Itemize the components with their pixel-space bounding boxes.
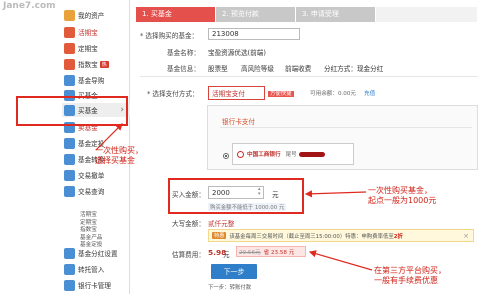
arrow-right	[304, 190, 367, 198]
piggy-icon	[64, 26, 75, 38]
redacted-mark	[298, 151, 325, 157]
annotation-right: 一次性购买基金， 起点一般为1000元	[368, 186, 437, 205]
hot-badge: 热	[99, 60, 109, 68]
sidebar-item-label: 定期宝	[78, 45, 98, 53]
pay-tag-wrap: 方便快捷	[268, 89, 294, 97]
pay-tag: 方便快捷	[268, 91, 294, 97]
amount-value: 2000	[212, 188, 230, 197]
fee-label: 估算费用：	[172, 251, 205, 259]
transfer-icon	[64, 263, 75, 275]
huoqibao-pay-option[interactable]: 活期宝支付	[208, 86, 265, 100]
index-icon	[64, 58, 75, 70]
icbc-logo-icon	[237, 150, 244, 158]
sidebar-item-trade-cancel[interactable]: 交易撤单	[62, 168, 130, 182]
bank-card-option[interactable]: 中国工商银行 尾号	[232, 143, 354, 165]
amount-input[interactable]: 2000	[208, 186, 264, 199]
wallet-icon	[64, 9, 75, 21]
sidebar-item-label: 交易查询	[78, 188, 105, 196]
sidebar-item-label: 指数宝	[78, 61, 98, 69]
sidebar-item-label: 交易撤单	[78, 172, 105, 180]
sidebar-item-label: 基金分红设置	[78, 250, 118, 258]
divider	[140, 76, 478, 77]
pay-method-label: * 选择支付方式：	[147, 90, 199, 98]
fund-code-input[interactable]: 213008	[208, 28, 300, 40]
sidebar-item-transfer-in[interactable]: 转托管入	[62, 262, 130, 276]
recharge-link[interactable]: 充值	[364, 89, 375, 97]
guide-icon	[64, 74, 75, 86]
promo-badge: 特惠	[212, 232, 227, 239]
step-1: 1. 买基金	[136, 7, 215, 22]
promo-banner: 特惠 该基金每周三交易时间（截止至周三15:00:00）特惠：申购费率低至 2折…	[208, 229, 474, 242]
watermark: Jane7.com	[3, 1, 56, 11]
sub-item[interactable]: 指数宝	[80, 227, 102, 235]
fee-unit: 元	[223, 251, 230, 259]
query-icon	[64, 185, 75, 197]
bank-name: 中国工商银行	[247, 152, 281, 158]
card-tail-label: 尾号	[285, 152, 297, 158]
sidebar-item-trade-query[interactable]: 交易查询	[62, 184, 130, 198]
calendar-icon	[64, 42, 75, 54]
sub-item[interactable]: 活期宝	[80, 212, 102, 220]
fee-discount-box: 29.56元 省 23.58 元	[236, 246, 306, 257]
next-button[interactable]: 下一步	[211, 264, 257, 279]
promo-text: 该基金每周三交易时间（截止至周三15:00:00）特惠：申购费率低至	[229, 233, 394, 240]
sidebar-item-zhishubao[interactable]: 指数宝热	[62, 57, 130, 71]
plan-icon	[64, 137, 75, 149]
bank-radio[interactable]	[223, 153, 229, 159]
balance-text: 可用余额：0.00元	[310, 91, 357, 97]
uppercase-value: 贰仟元整	[208, 220, 235, 228]
sidebar-item-my-assets[interactable]: 我的资产	[62, 8, 130, 22]
step-spacer	[376, 7, 477, 22]
fee-original: 29.56元	[239, 249, 261, 256]
fund-code-value: 213008	[212, 30, 239, 38]
sidebar-item-dingqibao[interactable]: 定期宝	[62, 41, 130, 55]
amount-unit: 元	[272, 191, 279, 199]
bank-section-title: 银行卡支付	[222, 118, 255, 126]
arrow-bottom	[308, 250, 373, 271]
highlight-box-buy-fund	[16, 96, 128, 126]
dividend-icon	[64, 247, 75, 259]
sidebar-item-label: 基金导购	[78, 77, 105, 85]
fund-risk: 高风险等级	[241, 65, 274, 73]
sidebar-item-huoqibao[interactable]: 活期宝	[62, 25, 130, 39]
query-sub-list: 活期宝 定期宝 指数宝 基金产品 基金定投	[80, 212, 102, 250]
uppercase-label: 大写金额：	[172, 220, 205, 228]
sidebar-item-label: 转托管入	[78, 266, 105, 274]
fund-info-label: 基金信息：	[167, 65, 200, 73]
bank-card-panel: 银行卡支付 中国工商银行 尾号	[207, 105, 478, 170]
card-icon	[64, 279, 75, 291]
fund-fee-type: 前端收费	[285, 65, 312, 73]
sidebar-item-label: 我的资产	[78, 12, 105, 20]
pay-option-label: 活期宝支付	[212, 90, 245, 98]
fund-code-label: * 选择购买的基金：	[140, 32, 199, 40]
fund-name-value: 宝盈资源优选(前端)	[208, 49, 266, 57]
sidebar-item-dividend[interactable]: 基金分红设置	[62, 246, 130, 260]
fund-dividend: 分红方式：现金分红	[324, 65, 384, 73]
close-icon[interactable]: ×	[463, 232, 469, 240]
sidebar-item-label: 活期宝	[78, 29, 98, 37]
annotation-left: 一次性购买， 选择买基金	[95, 146, 143, 165]
promo-rate: 2折	[393, 233, 403, 240]
next-step-hint: 下一步：转账付款	[208, 285, 252, 291]
step-2: 2. 预览付款	[216, 7, 295, 22]
fund-name-label: 基金名称：	[167, 49, 200, 57]
stepper-icon[interactable]: ▴ ▾	[258, 187, 261, 197]
annotation-bottom: 在第三方平台购买， 一般有手续费优惠	[374, 266, 446, 285]
cancel-icon	[64, 169, 75, 181]
amount-hint: 购买金额不能低于 1000.00 元	[208, 203, 287, 211]
amount-label: 买入金额：	[172, 191, 205, 199]
fund-type: 股票型	[208, 65, 228, 73]
step-indicator: 1. 买基金 2. 预览付款 3. 申请受理	[136, 7, 478, 22]
sidebar-item-fund-guide[interactable]: 基金导购	[62, 73, 130, 87]
sidebar-item-label: 银行卡管理	[78, 282, 111, 290]
switch-icon	[64, 153, 75, 165]
divider	[220, 127, 472, 128]
step-3: 3. 申请受理	[296, 7, 375, 22]
fee-saving: 省 23.58 元	[263, 249, 295, 256]
sidebar-item-bank-card[interactable]: 银行卡管理	[62, 278, 130, 292]
